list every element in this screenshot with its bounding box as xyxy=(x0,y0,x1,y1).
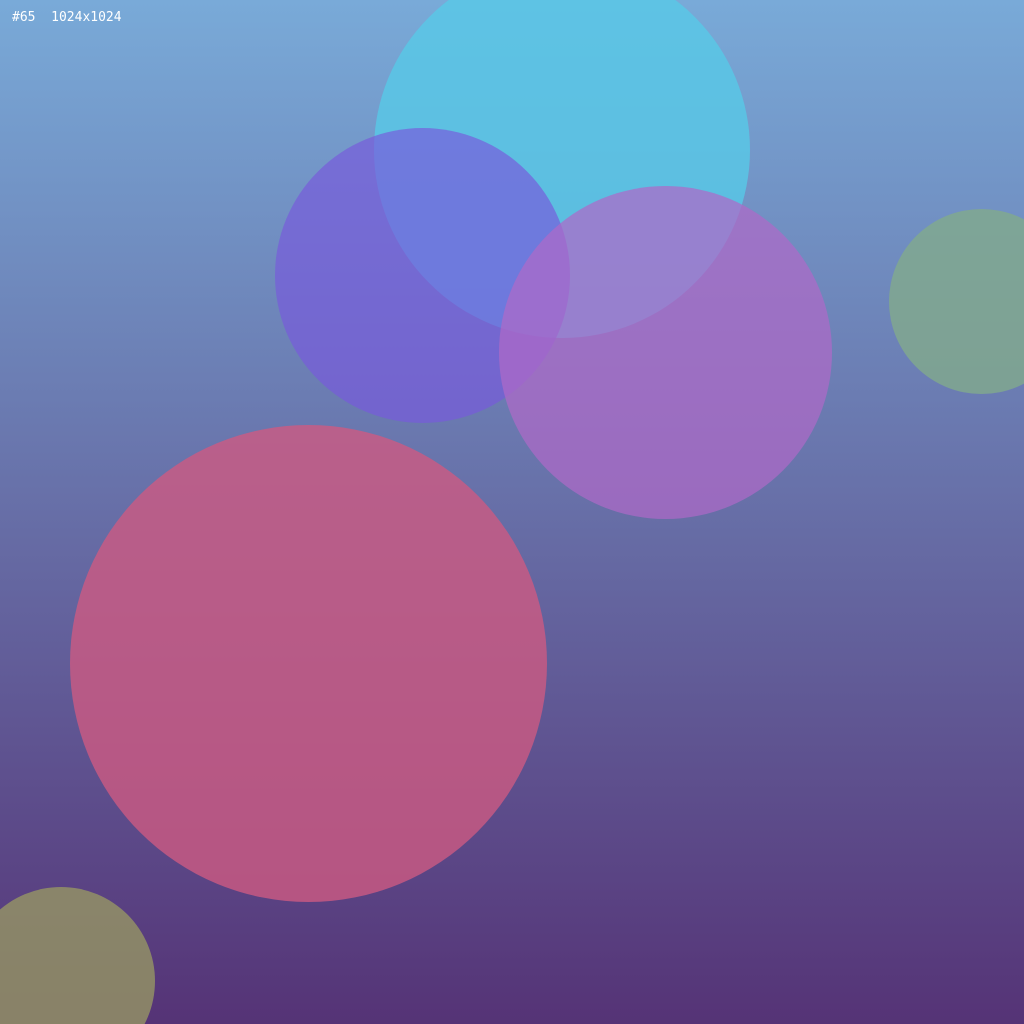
image-size: 1024x1024 xyxy=(51,10,122,25)
orchid-circle xyxy=(499,186,832,519)
rose-circle xyxy=(70,425,547,902)
canvas: #65 1024x1024 xyxy=(0,0,1024,1024)
image-id: #65 xyxy=(12,10,36,25)
image-label: #65 1024x1024 xyxy=(12,10,122,26)
